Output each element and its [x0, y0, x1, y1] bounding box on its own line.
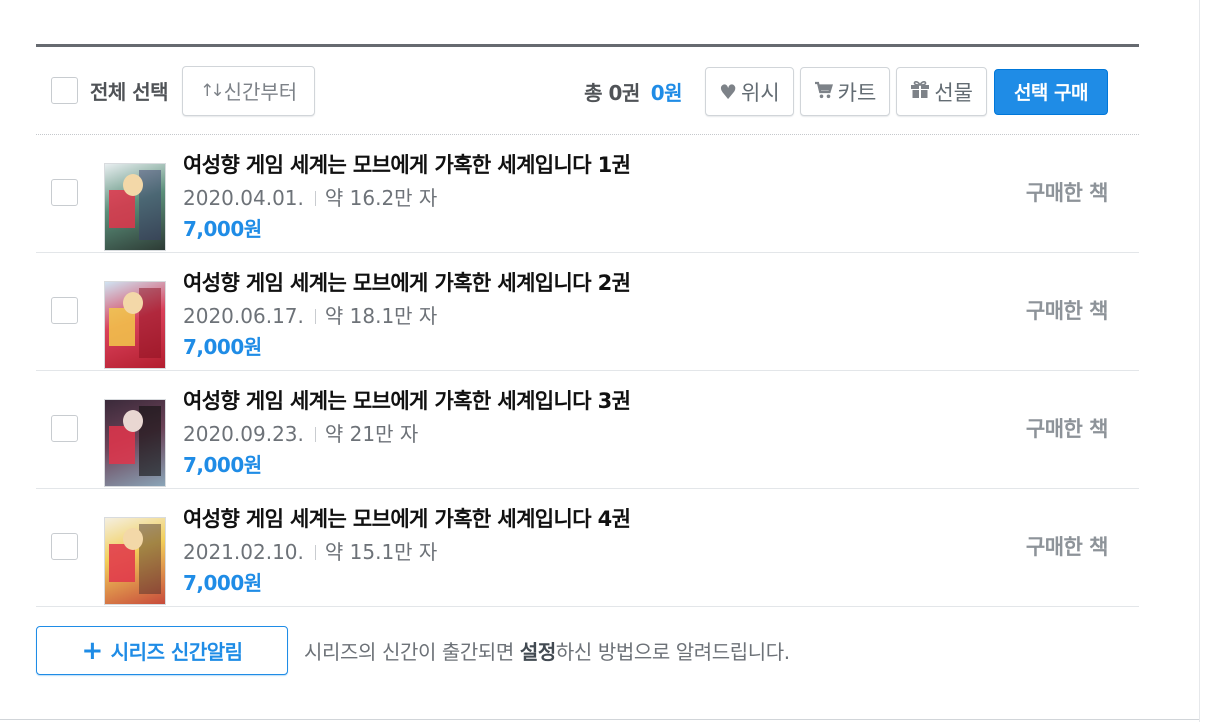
purchased-status: 구매한 책 — [1025, 417, 1109, 441]
cart-icon — [814, 80, 834, 104]
sort-arrows-icon: ↑↓ — [200, 80, 224, 101]
book-row: 여성향 게임 세계는 모브에게 가혹한 세계입니다 1권 2020.04.01.… — [36, 135, 1139, 253]
toolbar-actions: 총 0권 0원 ♥ 위시 카트 선물 선택 구매 — [584, 67, 1108, 116]
publish-date: 2021.02.10. — [183, 540, 304, 564]
book-checkbox[interactable] — [51, 415, 78, 442]
book-title[interactable]: 여성향 게임 세계는 모브에게 가혹한 세계입니다 2권 — [183, 267, 631, 299]
sort-label: 신간부터 — [223, 80, 298, 104]
meta-separator — [314, 544, 316, 560]
notify-button-label: 시리즈 신간알림 — [110, 640, 243, 664]
book-meta: 2020.09.23. 약 21만 자 — [183, 417, 630, 451]
book-cover-thumbnail[interactable] — [104, 399, 166, 487]
select-all-label: 전체 선택 — [90, 80, 169, 104]
publish-date: 2020.09.23. — [183, 422, 304, 446]
book-length: 약 16.2만 자 — [324, 186, 438, 210]
meta-separator — [314, 190, 316, 206]
book-row: 여성향 게임 세계는 모브에게 가혹한 세계입니다 2권 2020.06.17.… — [36, 253, 1139, 371]
book-cover-thumbnail[interactable] — [104, 517, 166, 605]
series-book-list-page: 전체 선택 ↑↓ 신간부터 총 0권 0원 ♥ 위시 카트 선물 선택 구매 여… — [0, 0, 1224, 722]
book-meta: 2020.06.17. 약 18.1만 자 — [183, 299, 630, 333]
scrollbar-track[interactable] — [1199, 0, 1200, 722]
buy-selected-button[interactable]: 선택 구매 — [993, 68, 1108, 115]
series-notify-section: + 시리즈 신간알림 시리즈의 신간이 출간되면 설정하신 방법으로 알려드립니… — [36, 626, 790, 675]
purchased-status: 구매한 책 — [1025, 299, 1109, 323]
heart-icon: ♥ — [719, 79, 738, 104]
publish-date: 2020.04.01. — [183, 186, 304, 210]
book-title[interactable]: 여성향 게임 세계는 모브에게 가혹한 세계입니다 3권 — [183, 385, 631, 417]
book-length: 약 15.1만 자 — [324, 540, 438, 564]
book-row: 여성향 게임 세계는 모브에게 가혹한 세계입니다 3권 2020.09.23.… — [36, 371, 1139, 489]
cart-label: 카트 — [837, 80, 877, 105]
book-checkbox[interactable] — [51, 533, 78, 560]
gift-icon — [910, 80, 930, 104]
book-cover-thumbnail[interactable] — [104, 163, 166, 251]
book-title[interactable]: 여성향 게임 세계는 모브에게 가혹한 세계입니다 1권 — [183, 149, 631, 181]
wishlist-button[interactable]: ♥ 위시 — [705, 67, 794, 116]
book-price: 7,000원 — [183, 571, 262, 595]
select-all-checkbox[interactable]: 전체 선택 — [51, 76, 169, 105]
plus-icon: + — [81, 635, 103, 666]
notify-text-bold: 설정 — [519, 640, 556, 664]
publish-date: 2020.06.17. — [183, 304, 304, 328]
book-title[interactable]: 여성향 게임 세계는 모브에게 가혹한 세계입니다 4권 — [183, 503, 631, 535]
cart-button[interactable]: 카트 — [799, 67, 891, 116]
notify-text-after: 하신 방법으로 알려드립니다. — [555, 640, 790, 664]
notify-text-before: 시리즈의 신간이 출간되면 — [304, 640, 520, 664]
book-cover-thumbnail[interactable] — [104, 281, 166, 369]
book-checkbox[interactable] — [51, 297, 78, 324]
book-list-section: 전체 선택 ↑↓ 신간부터 총 0권 0원 ♥ 위시 카트 선물 선택 구매 여… — [36, 44, 1139, 607]
sort-newest-button[interactable]: ↑↓ 신간부터 — [182, 65, 316, 116]
selection-summary: 총 0권 0원 — [584, 77, 683, 106]
purchased-status: 구매한 책 — [1025, 181, 1109, 205]
book-length: 약 21만 자 — [324, 422, 419, 446]
divider — [0, 719, 1199, 720]
book-row: 여성향 게임 세계는 모브에게 가혹한 세계입니다 4권 2021.02.10.… — [36, 489, 1139, 607]
book-info: 여성향 게임 세계는 모브에게 가혹한 세계입니다 4권 2021.02.10.… — [183, 503, 631, 597]
book-meta: 2020.04.01. 약 16.2만 자 — [183, 181, 630, 215]
book-info: 여성향 게임 세계는 모브에게 가혹한 세계입니다 3권 2020.09.23.… — [183, 385, 631, 479]
selected-price: 0원 — [650, 81, 683, 105]
gift-button[interactable]: 선물 — [896, 67, 987, 116]
notify-description: 시리즈의 신간이 출간되면 설정하신 방법으로 알려드립니다. — [304, 636, 790, 665]
checkbox-box[interactable] — [51, 77, 78, 104]
purchased-status: 구매한 책 — [1025, 535, 1109, 559]
gift-label: 선물 — [934, 80, 973, 105]
book-price: 7,000원 — [183, 335, 262, 359]
meta-separator — [314, 426, 316, 442]
wishlist-label: 위시 — [741, 80, 780, 105]
meta-separator — [314, 308, 316, 324]
book-price: 7,000원 — [183, 217, 262, 241]
book-price: 7,000원 — [183, 453, 262, 477]
series-notify-button[interactable]: + 시리즈 신간알림 — [36, 626, 288, 675]
list-toolbar: 전체 선택 ↑↓ 신간부터 총 0권 0원 ♥ 위시 카트 선물 선택 구매 — [36, 47, 1139, 135]
book-length: 약 18.1만 자 — [324, 304, 438, 328]
book-info: 여성향 게임 세계는 모브에게 가혹한 세계입니다 2권 2020.06.17.… — [183, 267, 631, 361]
book-checkbox[interactable] — [51, 179, 78, 206]
book-info: 여성향 게임 세계는 모브에게 가혹한 세계입니다 1권 2020.04.01.… — [183, 149, 631, 243]
book-meta: 2021.02.10. 약 15.1만 자 — [183, 535, 630, 569]
selected-count: 총 0권 — [584, 81, 640, 105]
